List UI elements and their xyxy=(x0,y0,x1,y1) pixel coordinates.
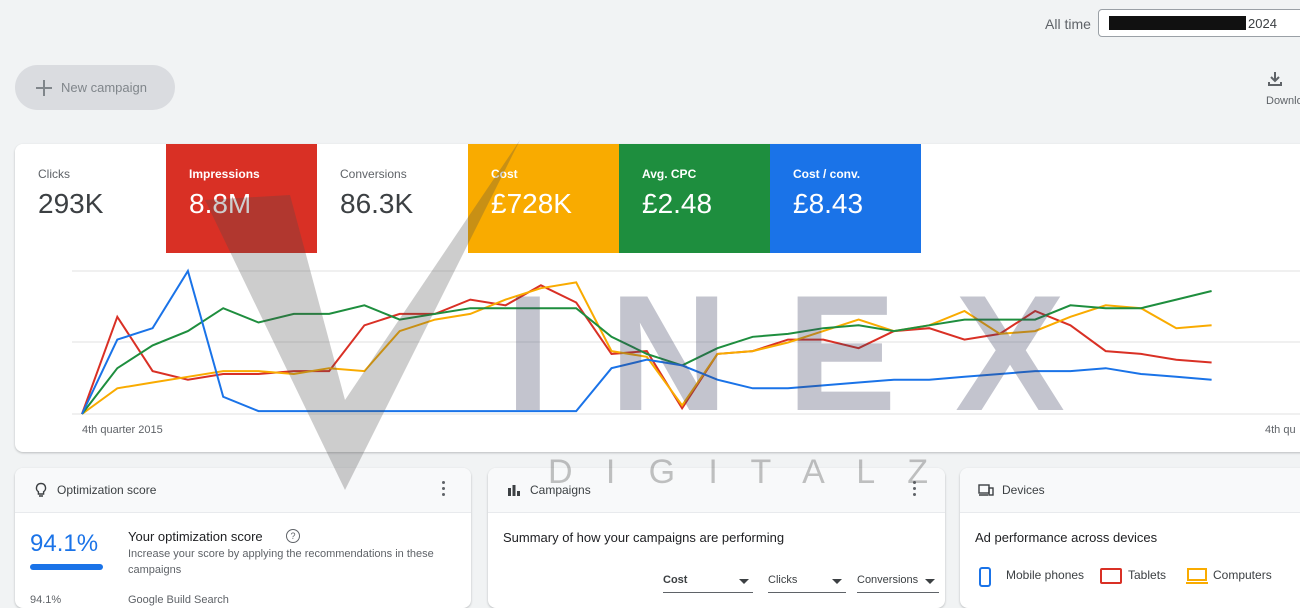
devices-icon xyxy=(978,484,994,496)
plus-icon xyxy=(35,79,53,97)
legend-label: Mobile phones xyxy=(1006,568,1085,582)
performance-chart-card: Clicks 293K Impressions 8.8M Conversions 86.3… xyxy=(15,144,1300,452)
date-range-picker[interactable]: 2024 xyxy=(1098,9,1300,37)
optimization-score-bar xyxy=(30,564,104,570)
tablet-icon xyxy=(1100,568,1122,584)
dropdown-label: Clicks xyxy=(768,574,798,586)
legend-label: Tablets xyxy=(1128,568,1167,582)
top-bar: All time 2024 xyxy=(0,0,1300,50)
download-label: Download xyxy=(1266,95,1300,107)
card-header: Optimization score xyxy=(15,468,471,513)
dropdown-arrow-icon xyxy=(739,579,749,584)
metric-dropdown-conversions[interactable]: Conversions xyxy=(857,574,939,593)
card-title: Devices xyxy=(1002,483,1045,497)
card-header: Devices xyxy=(960,468,1300,513)
dropdown-arrow-icon xyxy=(925,579,935,584)
x-axis-tick-label: 4th quarter 2015 xyxy=(82,424,163,436)
dropdown-label: Conversions xyxy=(857,574,919,586)
x-axis-tick-label: 4th qu xyxy=(1265,424,1296,436)
series-line-impressions xyxy=(81,284,1212,415)
dropdown-arrow-icon xyxy=(832,579,842,584)
optimization-score-value: 94.1% xyxy=(30,530,99,557)
bar-chart-icon xyxy=(508,485,520,496)
phone-icon xyxy=(979,567,991,587)
redacted-date xyxy=(1109,16,1246,30)
lightbulb-icon xyxy=(35,482,47,497)
campaign-name-link[interactable]: Google Build Search xyxy=(128,594,229,606)
optimization-score-heading: Your optimization score xyxy=(128,529,263,544)
help-icon[interactable]: ? xyxy=(286,529,300,543)
performance-line-chart: 4th quarter 2015 4th qu xyxy=(72,268,1300,436)
dropdown-label: Cost xyxy=(663,574,688,586)
devices-card: Devices Ad performance across devices Mo… xyxy=(960,468,1300,608)
date-range-label: All time xyxy=(1045,16,1091,32)
computer-icon xyxy=(1186,568,1208,584)
download-button[interactable]: Download xyxy=(1266,70,1300,107)
device-performance-heading: Ad performance across devices xyxy=(975,530,1158,545)
optimization-score-description: Increase your score by applying the reco… xyxy=(128,548,434,576)
card-title: Campaigns xyxy=(530,483,591,497)
metric-dropdown-cost[interactable]: Cost xyxy=(663,574,753,593)
card-title: Optimization score xyxy=(57,483,157,497)
campaigns-summary: Summary of how your campaigns are perfor… xyxy=(503,530,785,545)
series-line-cost xyxy=(81,281,1212,415)
download-icon xyxy=(1268,72,1282,86)
optimization-score-card: Optimization score 94.1% Your optimizati… xyxy=(15,468,471,608)
new-campaign-label: New campaign xyxy=(61,80,147,95)
metric-dropdown-clicks[interactable]: Clicks xyxy=(768,574,846,593)
card-header: Campaigns xyxy=(488,468,945,513)
campaigns-card: Campaigns Summary of how your campaigns … xyxy=(488,468,945,608)
date-range-value: 2024 xyxy=(1248,16,1277,31)
legend-label: Computers xyxy=(1213,568,1272,582)
campaign-score-value: 94.1% xyxy=(30,594,62,606)
more-options-icon[interactable] xyxy=(912,481,918,499)
more-options-icon[interactable] xyxy=(441,481,447,499)
new-campaign-button[interactable]: New campaign xyxy=(15,65,175,110)
